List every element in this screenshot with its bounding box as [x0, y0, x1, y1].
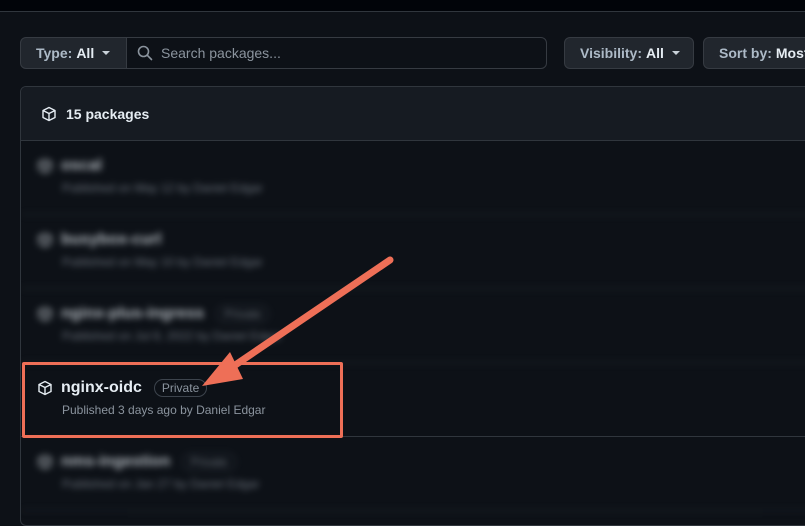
annotation-arrow	[202, 256, 394, 386]
